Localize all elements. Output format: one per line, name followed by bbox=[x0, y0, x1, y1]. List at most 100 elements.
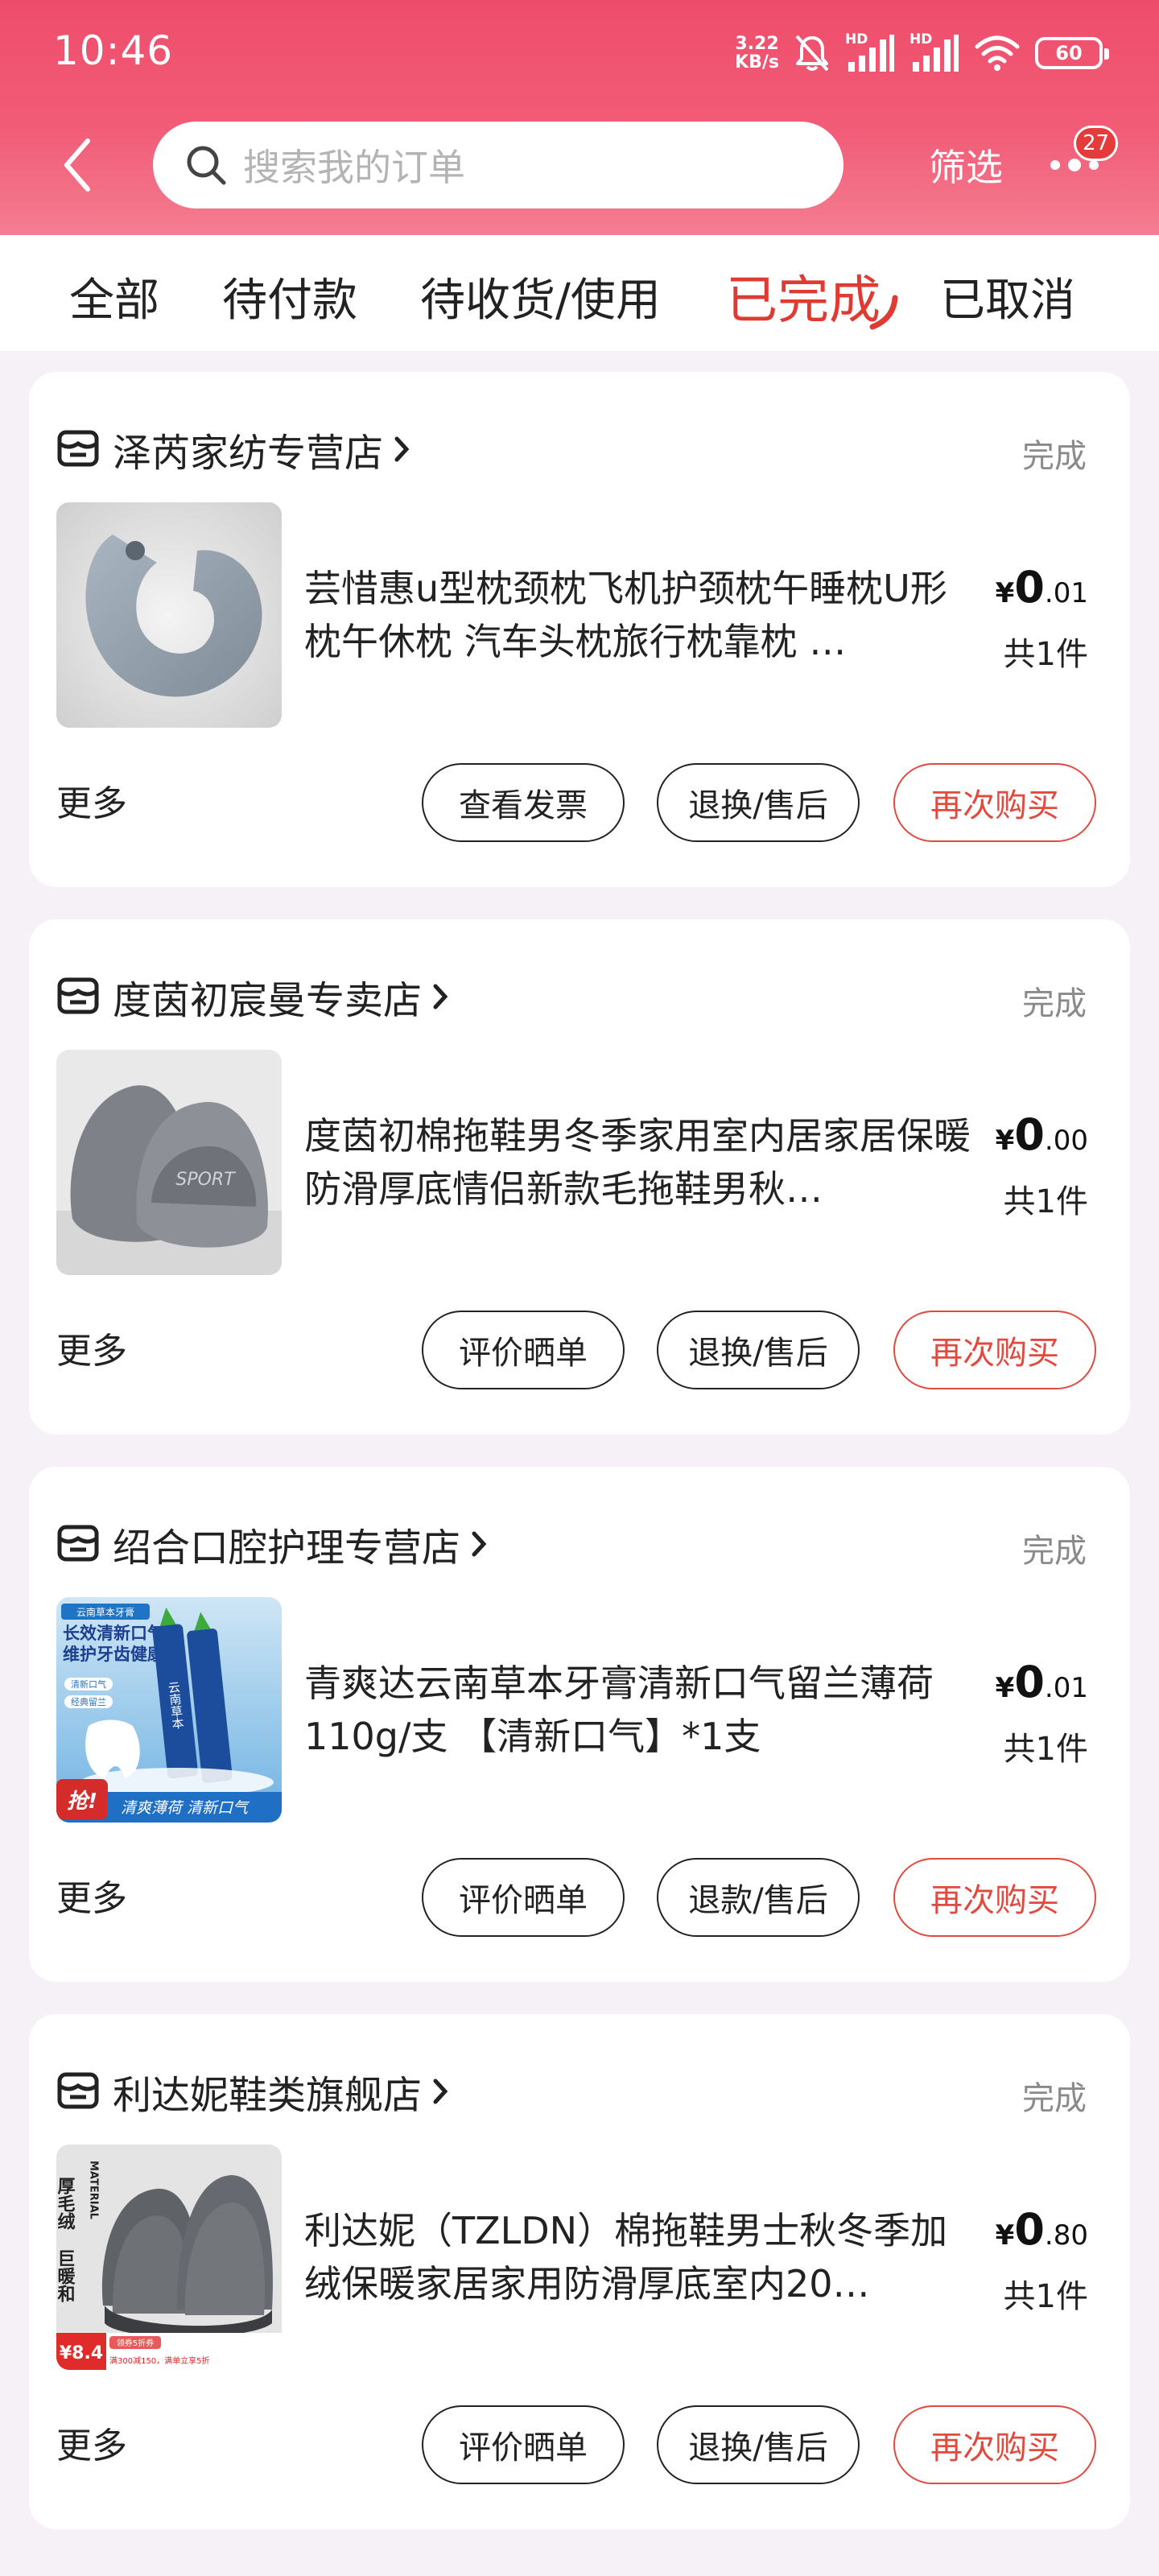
product-title[interactable]: 利达妮（TZLDN）棉拖鞋男士秋冬季加绒保暖家居家用防滑厚底室内20… bbox=[304, 2204, 972, 2310]
slipper-material-text: MATERIAL bbox=[88, 2161, 100, 2219]
store-icon bbox=[57, 977, 99, 1014]
toothpaste-bottom: 清爽薄荷 清新口气 bbox=[121, 1799, 250, 1817]
more-icon-dot bbox=[1068, 159, 1081, 171]
chevron-right-icon bbox=[472, 1531, 487, 1557]
price-integer: 0 bbox=[1014, 2204, 1045, 2255]
striped-slippers-image: 厚毛绒 巨暖和 MATERIAL ¥8.4 领券5折券 满300减150，满单立… bbox=[56, 2145, 282, 2370]
network-speed-value: 3.22 bbox=[735, 34, 779, 54]
quantity: 共1件 bbox=[1003, 2278, 1088, 2315]
header: 10:46 3.22 KB/s HD HD 60 搜索我的订单 筛选 27 bbox=[0, 0, 1159, 235]
product-image[interactable]: 云南草本牙膏 长效清新口气 维护牙齿健康 清新口气 经典留兰 云南草本 抢! 清… bbox=[56, 1597, 282, 1823]
store-link[interactable]: 度茵初宸曼专卖店 bbox=[56, 971, 449, 1023]
after-sales-button[interactable]: 退换/售后 bbox=[657, 1311, 860, 1389]
store-name: 度茵初宸曼专卖店 bbox=[113, 978, 423, 1023]
price-integer: 0 bbox=[1014, 1657, 1045, 1707]
tab-completed[interactable]: 已完成 bbox=[726, 259, 881, 333]
search-input[interactable]: 搜索我的订单 bbox=[153, 122, 843, 208]
product-title[interactable]: 度茵初棉拖鞋男冬季家用室内居家居保暖防滑厚底情侣新款毛拖鞋男秋… bbox=[304, 1109, 972, 1216]
tab-all[interactable]: 全部 bbox=[69, 264, 159, 329]
price-decimal: .01 bbox=[1044, 1672, 1088, 1704]
more-link[interactable]: 更多 bbox=[56, 1322, 127, 1373]
order-card[interactable]: 利达妮鞋类旗舰店 完成 厚毛绒 巨暖和 MATERIAL ¥8.4 领券5折券 … bbox=[29, 2014, 1130, 2529]
price-integer: 0 bbox=[1014, 562, 1045, 613]
toothpaste-chip1: 清新口气 bbox=[71, 1678, 106, 1690]
quantity: 共1件 bbox=[1003, 636, 1088, 673]
order-status: 完成 bbox=[1022, 985, 1087, 1022]
order-status: 完成 bbox=[1022, 1533, 1087, 1570]
product-title[interactable]: 芸惜惠u型枕颈枕飞机护颈枕午睡枕U形枕午休枕 汽车头枕旅行枕靠枕 … bbox=[304, 562, 972, 668]
price-currency: ¥ bbox=[995, 1125, 1015, 1157]
message-badge: 27 bbox=[1074, 126, 1119, 161]
signal-2: HD bbox=[909, 33, 959, 73]
order-card[interactable]: 泽芮家纺专营店 完成 芸惜惠u型枕颈枕飞机护颈枕午睡枕U形枕午休枕 汽车头枕旅行… bbox=[29, 372, 1130, 887]
order-card[interactable]: 度茵初宸曼专卖店 完成 SPORT 度茵初棉拖鞋男冬季家用室内居家居保暖防滑厚底… bbox=[29, 919, 1130, 1435]
slipper-coupon-detail: 满300减150，满单立享5折 bbox=[109, 2355, 210, 2366]
order-card[interactable]: 绍合口腔护理专营店 完成 云南草本牙膏 长效清新口气 维护牙齿健康 清新口气 经… bbox=[29, 1467, 1130, 1982]
slipper-side-text-2: 巨暖和 bbox=[56, 2249, 76, 2302]
more-link[interactable]: 更多 bbox=[56, 1869, 127, 1921]
slipper-price-tag: ¥8.4 bbox=[60, 2343, 103, 2363]
price: ¥ 0 .01 bbox=[996, 562, 1088, 613]
tab-to-receive[interactable]: 待收货/使用 bbox=[420, 264, 661, 329]
gray-slippers-image: SPORT bbox=[56, 1050, 282, 1275]
store-link[interactable]: 绍合口腔护理专营店 bbox=[56, 1518, 488, 1571]
toothpaste-tag: 云南草本牙膏 bbox=[76, 1606, 134, 1618]
product-image[interactable]: 厚毛绒 巨暖和 MATERIAL ¥8.4 领券5折券 满300减150，满单立… bbox=[56, 2145, 282, 2370]
search-icon bbox=[187, 146, 226, 185]
tab-cancelled[interactable]: 已取消 bbox=[940, 264, 1075, 329]
toothpaste-line2: 维护牙齿健康 bbox=[63, 1645, 165, 1664]
slipper-brand-text: SPORT bbox=[175, 1170, 236, 1190]
chevron-right-icon bbox=[433, 2079, 448, 2104]
after-sales-button[interactable]: 退换/售后 bbox=[657, 763, 860, 842]
back-icon bbox=[64, 138, 90, 192]
slipper-coupon: 领券5折券 bbox=[117, 2338, 154, 2348]
product-image[interactable] bbox=[56, 502, 282, 728]
network-speed: 3.22 KB/s bbox=[735, 35, 779, 72]
status-time: 10:46 bbox=[53, 27, 174, 74]
price-integer: 0 bbox=[1014, 1109, 1045, 1160]
chevron-right-icon bbox=[433, 984, 448, 1009]
product-image[interactable]: SPORT bbox=[56, 1050, 282, 1275]
more-link[interactable]: 更多 bbox=[56, 774, 127, 826]
buy-again-button[interactable]: 再次购买 bbox=[893, 2405, 1096, 2484]
price: ¥ 0 .01 bbox=[996, 1657, 1088, 1707]
after-sales-button[interactable]: 退换/售后 bbox=[657, 2405, 860, 2484]
refund-button[interactable]: 退款/售后 bbox=[657, 1858, 860, 1937]
price: ¥ 0 .80 bbox=[996, 2204, 1088, 2255]
review-button[interactable]: 评价晒单 bbox=[422, 1311, 625, 1389]
signal-icon bbox=[913, 35, 959, 72]
battery-icon: 60 bbox=[1035, 37, 1109, 69]
order-status: 完成 bbox=[1022, 438, 1087, 475]
price-currency: ¥ bbox=[995, 2219, 1015, 2252]
tab-pending-payment[interactable]: 待付款 bbox=[222, 264, 357, 329]
back-button[interactable] bbox=[48, 129, 105, 201]
active-tab-indicator bbox=[869, 295, 898, 330]
buy-again-button[interactable]: 再次购买 bbox=[893, 1311, 1096, 1389]
review-button[interactable]: 评价晒单 bbox=[422, 2405, 625, 2484]
more-link[interactable]: 更多 bbox=[56, 2417, 127, 2468]
store-link[interactable]: 利达妮鞋类旗舰店 bbox=[56, 2066, 449, 2118]
store-name: 利达妮鞋类旗舰店 bbox=[113, 2073, 423, 2118]
product-title[interactable]: 青爽达云南草本牙膏清新口气留兰薄荷110g/支 【清新口气】*1支 bbox=[304, 1657, 972, 1763]
filter-button[interactable]: 筛选 bbox=[929, 138, 1003, 192]
price-currency: ¥ bbox=[995, 577, 1015, 609]
toothpaste-chip2: 经典留兰 bbox=[71, 1696, 106, 1707]
price-decimal: .80 bbox=[1044, 2219, 1088, 2252]
order-list-page: 10:46 3.22 KB/s HD HD 60 搜索我的订单 筛选 27 全部… bbox=[0, 0, 1159, 2576]
price-decimal: .00 bbox=[1044, 1125, 1088, 1157]
quantity: 共1件 bbox=[1003, 1731, 1088, 1768]
store-icon bbox=[57, 2072, 99, 2109]
review-button[interactable]: 评价晒单 bbox=[422, 1858, 625, 1937]
price-currency: ¥ bbox=[995, 1672, 1015, 1704]
signal-1: HD bbox=[845, 33, 895, 73]
toothpaste-line1: 长效清新口气 bbox=[63, 1624, 164, 1643]
view-invoice-button[interactable]: 查看发票 bbox=[422, 763, 625, 842]
buy-again-button[interactable]: 再次购买 bbox=[893, 1858, 1096, 1937]
buy-again-button[interactable]: 再次购买 bbox=[893, 763, 1096, 842]
toothpaste-image: 云南草本牙膏 长效清新口气 维护牙齿健康 清新口气 经典留兰 云南草本 抢! 清… bbox=[56, 1597, 282, 1823]
store-link[interactable]: 泽芮家纺专营店 bbox=[56, 423, 410, 476]
order-tabs: 全部 待付款 待收货/使用 已完成 已取消 bbox=[0, 235, 1159, 351]
store-name: 绍合口腔护理专营店 bbox=[113, 1525, 461, 1571]
mute-bell-icon bbox=[795, 35, 829, 72]
price-decimal: .01 bbox=[1044, 577, 1088, 609]
